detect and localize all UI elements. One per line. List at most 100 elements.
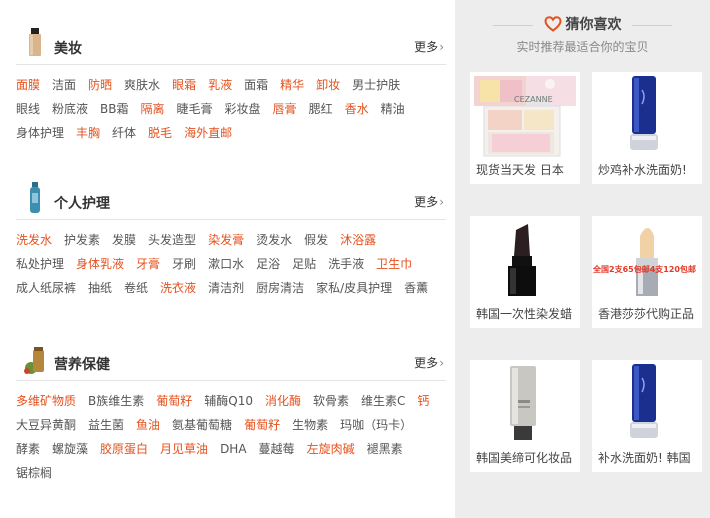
category-tag-link[interactable]: 大豆异黄酮: [16, 413, 76, 437]
product-card[interactable]: 炒鸡补水洗面奶!: [592, 72, 702, 184]
product-card[interactable]: 全国2支65包邮4支120包邮 香港莎莎代购正品: [592, 216, 702, 328]
category-tag-link[interactable]: 卸妆: [316, 73, 340, 97]
category-tag-link[interactable]: 海外直邮: [184, 121, 232, 145]
category-tag-link[interactable]: 软骨素: [313, 389, 349, 413]
category-tag-link[interactable]: 睫毛膏: [177, 97, 213, 121]
category-tag-link[interactable]: 香薰: [404, 276, 428, 300]
category-tag-link[interactable]: 辅酶Q10: [204, 389, 253, 413]
category-tag-link[interactable]: 漱口水: [208, 252, 244, 276]
category-tag-link[interactable]: 洗发水: [16, 228, 52, 252]
product-card[interactable]: 补水洗面奶! 韩国: [592, 360, 702, 472]
category-tag-link[interactable]: 眼线: [16, 97, 40, 121]
more-link[interactable]: 更多›: [414, 193, 444, 210]
category-tag-link[interactable]: 钙: [417, 389, 429, 413]
category-tag-link[interactable]: 抽纸: [88, 276, 112, 300]
category-tag-link[interactable]: 洁面: [52, 73, 76, 97]
product-caption: 现货当天发 日本: [476, 163, 564, 177]
category-tag-link[interactable]: 蔓越莓: [259, 437, 295, 461]
category-tag-link[interactable]: 彩妆盘: [225, 97, 261, 121]
category-tag-link[interactable]: 唇膏: [273, 97, 297, 121]
product-caption: 香港莎莎代购正品: [598, 307, 695, 321]
category-tag-link[interactable]: 氨基葡萄糖: [172, 413, 232, 437]
section-title: 个人护理: [54, 196, 110, 212]
category-tag-link[interactable]: B族维生素: [88, 389, 144, 413]
category-tag-link[interactable]: 褪黑素: [367, 437, 403, 461]
category-tag-link[interactable]: 发膜: [112, 228, 136, 252]
recommend-panel: 猜你喜欢 实时推荐最适合你的宝贝 CEZANNE 现货当天发 日本 炒鸡补水洗面…: [455, 0, 710, 518]
category-tag-link[interactable]: 沐浴露: [340, 228, 376, 252]
category-tag-link[interactable]: 益生菌: [88, 413, 124, 437]
category-tag-link[interactable]: 烫发水: [256, 228, 292, 252]
category-tag-link[interactable]: 厨房清洁: [256, 276, 304, 300]
category-tag-link[interactable]: 葡萄籽: [156, 389, 192, 413]
product-image: [592, 360, 702, 446]
category-tag-link[interactable]: 粉底液: [52, 97, 88, 121]
category-tag-link[interactable]: 隔离: [141, 97, 165, 121]
section-title: 美妆: [54, 41, 82, 57]
category-tag-link[interactable]: 身体护理: [16, 121, 64, 145]
category-tag-link[interactable]: 玛咖（玛卡）: [340, 413, 412, 437]
category-tag-link[interactable]: 私处护理: [16, 252, 64, 276]
product-image: [592, 72, 702, 158]
category-tag-link[interactable]: 丰胸: [76, 121, 100, 145]
category-tag-link[interactable]: 精油: [381, 97, 405, 121]
category-tag-link[interactable]: 乳液: [208, 73, 232, 97]
category-tag-link[interactable]: 卫生巾: [376, 252, 412, 276]
category-tag-link[interactable]: 足贴: [292, 252, 316, 276]
category-tag-link[interactable]: 纤体: [112, 121, 136, 145]
category-tag-link[interactable]: 眼霜: [172, 73, 196, 97]
category-tag-link[interactable]: 牙刷: [172, 252, 196, 276]
more-link[interactable]: 更多›: [414, 354, 444, 371]
category-tag-link[interactable]: 多维矿物质: [16, 389, 76, 413]
category-tag-link[interactable]: 酵素: [16, 437, 40, 461]
tag-list: 面膜 洁面 防晒 爽肤水 眼霜 乳液 面霜 精华 卸妆 男士护肤眼线 粉底液 BB霜 隔离 睫毛膏 彩妆盘唇…: [16, 73, 446, 145]
category-tag-link[interactable]: 面膜: [16, 73, 40, 97]
category-tag-link[interactable]: 足浴: [256, 252, 280, 276]
more-link[interactable]: 更多›: [414, 38, 444, 55]
category-tag-link[interactable]: 胶原蛋白: [100, 437, 148, 461]
product-brand-text: CEZANNE: [514, 95, 553, 104]
category-tag-link[interactable]: 面霜: [244, 73, 268, 97]
category-tag-link[interactable]: 假发: [304, 228, 328, 252]
category-tag-link[interactable]: 牙膏: [136, 252, 160, 276]
category-tag-link[interactable]: 脱毛: [148, 121, 172, 145]
product-card[interactable]: 韩国一次性染发蜡: [470, 216, 580, 328]
category-tag-link[interactable]: 卷纸: [124, 276, 148, 300]
category-tag-link[interactable]: 左旋肉碱: [307, 437, 355, 461]
category-tag-link[interactable]: 螺旋藻: [52, 437, 88, 461]
category-tag-link[interactable]: 爽肤水: [124, 73, 160, 97]
supplement-bottle-icon: [24, 347, 44, 374]
category-tag-link[interactable]: 月见草油: [160, 437, 208, 461]
category-tag-link[interactable]: 洗手液: [328, 252, 364, 276]
product-image: [470, 216, 580, 302]
category-tag-link[interactable]: BB霜: [100, 97, 128, 121]
shampoo-bottle-icon: [30, 182, 40, 213]
product-card[interactable]: CEZANNE 现货当天发 日本: [470, 72, 580, 184]
section-header: 美妆 更多›: [16, 28, 446, 65]
category-tag-link[interactable]: 香水: [345, 97, 369, 121]
category-tag-link[interactable]: 清洁剂: [208, 276, 244, 300]
category-tag-link[interactable]: 防晒: [88, 73, 112, 97]
category-tag-link[interactable]: 腮红: [309, 97, 333, 121]
section-title: 营养保健: [54, 357, 110, 373]
category-tag-link[interactable]: DHA: [220, 437, 246, 461]
category-tag-link[interactable]: 锯棕榈: [16, 461, 52, 485]
category-tag-link[interactable]: 护发素: [64, 228, 100, 252]
promo-text: 全国2支65包邮4支120包邮: [593, 265, 696, 274]
section-personal-care: 个人护理 更多› 洗发水 护发素 发膜 头发造型 染发膏 烫发水 假发 沐浴露私处护理 身体乳液…: [16, 182, 446, 300]
category-tag-link[interactable]: 家私/皮具护理: [316, 276, 392, 300]
chevron-right-icon: ›: [439, 40, 444, 54]
product-card[interactable]: 韩国美缔可化妆品: [470, 360, 580, 472]
category-tag-link[interactable]: 消化酶: [265, 389, 301, 413]
category-tag-link[interactable]: 身体乳液: [76, 252, 124, 276]
category-tag-link[interactable]: 洗衣液: [160, 276, 196, 300]
category-tag-link[interactable]: 精华: [280, 73, 304, 97]
category-tag-link[interactable]: 维生素C: [361, 389, 405, 413]
category-tag-link[interactable]: 葡萄籽: [244, 413, 280, 437]
category-tag-link[interactable]: 成人纸尿裤: [16, 276, 76, 300]
category-tag-link[interactable]: 染发膏: [208, 228, 244, 252]
category-tag-link[interactable]: 男士护肤: [352, 73, 400, 97]
category-tag-link[interactable]: 生物素: [292, 413, 328, 437]
category-tag-link[interactable]: 鱼油: [136, 413, 160, 437]
category-tag-link[interactable]: 头发造型: [148, 228, 196, 252]
